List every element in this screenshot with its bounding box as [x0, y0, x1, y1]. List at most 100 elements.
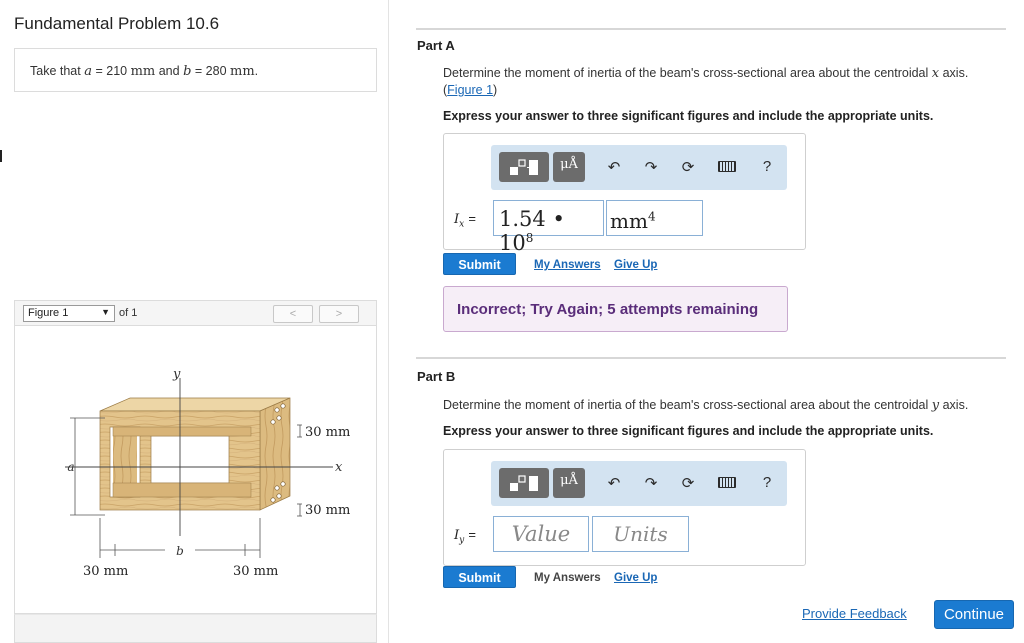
problem-panel: Fundamental Problem 10.6 Take that a = 2…	[0, 0, 389, 643]
part-b-question: Determine the moment of inertia of the b…	[443, 398, 968, 413]
figure-link[interactable]: Figure 1	[447, 83, 493, 97]
part-b-divider	[416, 357, 1006, 359]
part-a-unit-base: mm	[610, 209, 648, 233]
dimension-label-right-bottom: 30 mm	[233, 564, 278, 579]
part-a-value-mantissa: 1.54	[499, 207, 546, 231]
help-button[interactable]: ?	[756, 474, 778, 491]
figure-footer	[14, 614, 377, 643]
part-b-give-up-link[interactable]: Give Up	[614, 572, 657, 584]
figure-select-value: Figure 1	[28, 307, 69, 319]
help-button[interactable]: ?	[756, 158, 778, 175]
axis-label-y: y	[172, 367, 181, 382]
units-icon: μÅ	[560, 473, 578, 488]
figure-panel: y x a 30 mm 30 mm b 30 mm 30 mm	[14, 326, 377, 614]
part-a-value-dot: •	[552, 207, 565, 231]
axis-label-x: x	[335, 460, 343, 475]
dimension-label-b: b	[176, 544, 184, 558]
part-a-value-input[interactable]: 1.54 • 108	[493, 200, 604, 255]
figure-count: of 1	[119, 307, 138, 319]
part-b-question-axis: y	[931, 398, 940, 413]
given-values-box: Take that a = 210 mm and b = 280 mm.	[14, 48, 377, 92]
part-b-question-suffix: axis.	[942, 398, 969, 412]
templates-button[interactable]	[499, 152, 549, 182]
dimension-label-a: a	[67, 460, 74, 474]
given-and: and	[158, 64, 180, 78]
redo-icon[interactable]: ↷	[640, 158, 662, 176]
given-b-var: b	[183, 64, 192, 79]
figure-select[interactable]: Figure 1 ▼	[23, 305, 115, 322]
figure-next-button[interactable]: >	[319, 305, 359, 323]
part-b-question-text: Determine the moment of inertia of the b…	[443, 398, 929, 412]
part-b-value-placeholder: Value	[511, 522, 571, 546]
given-prefix: Take that	[30, 64, 81, 78]
part-a-instructions: Express your answer to three significant…	[443, 109, 934, 123]
part-b-answer-box: μÅ ↶ ↷ ⟳ ? Iy = Value Units	[443, 449, 806, 566]
units-button[interactable]: μÅ	[553, 152, 585, 182]
part-b-submit-button[interactable]: Submit	[443, 566, 516, 588]
part-a-divider	[416, 28, 1006, 30]
units-button[interactable]: μÅ	[553, 468, 585, 498]
figure-toolbar: Figure 1 ▼ of 1 < >	[14, 300, 377, 326]
part-a-value-base: 10	[499, 231, 526, 255]
undo-icon[interactable]: ↶	[603, 158, 625, 176]
given-a-unit: mm	[130, 64, 156, 79]
part-a-question-suffix: axis.	[942, 66, 969, 80]
math-toolbar: μÅ ↶ ↷ ⟳ ?	[491, 461, 787, 506]
part-b-units-placeholder: Units	[613, 522, 668, 546]
redo-icon[interactable]: ↷	[640, 474, 662, 492]
figure-link-line: (Figure 1)	[443, 83, 497, 97]
part-b-variable: Iy =	[454, 527, 476, 546]
templates-icon	[510, 159, 538, 175]
figure-link-close: )	[493, 83, 498, 97]
answer-panel: Part A Determine the moment of inertia o…	[390, 0, 1024, 643]
part-a-submit-button[interactable]: Submit	[443, 253, 516, 275]
keyboard-icon[interactable]	[716, 158, 738, 176]
part-a-equals: =	[468, 211, 476, 226]
part-b-title: Part B	[417, 369, 456, 384]
part-b-value-input[interactable]: Value	[493, 516, 589, 552]
part-a-var-sub: x	[459, 219, 465, 230]
dimension-label-bottom-right: 30 mm	[305, 503, 350, 518]
part-a-title: Part A	[417, 38, 455, 53]
provide-feedback-link[interactable]: Provide Feedback	[802, 606, 907, 621]
part-a-answer-box: μÅ ↶ ↷ ⟳ ? Ix = 1.54 • 108 mm4	[443, 133, 806, 255]
math-toolbar: μÅ ↶ ↷ ⟳ ?	[491, 145, 787, 190]
figure-prev-button[interactable]: <	[273, 305, 313, 323]
part-a-give-up-link[interactable]: Give Up	[614, 259, 657, 271]
chevron-down-icon: ▼	[101, 307, 110, 317]
given-a-var: a	[84, 64, 92, 79]
part-a-question-text: Determine the moment of inertia of the b…	[443, 66, 929, 80]
beam-cross-section-figure: y x a 30 mm 30 mm b 30 mm 30 mm	[65, 367, 350, 579]
continue-button[interactable]: Continue	[934, 600, 1014, 629]
part-a-feedback: Incorrect; Try Again; 5 attempts remaini…	[443, 286, 788, 332]
given-suffix: .	[254, 64, 259, 78]
undo-icon[interactable]: ↶	[603, 474, 625, 492]
part-a-question: Determine the moment of inertia of the b…	[443, 66, 968, 81]
part-a-unit-exp: 4	[647, 209, 656, 224]
part-b-my-answers-link[interactable]: My Answers	[534, 572, 601, 584]
beam-shape	[99, 397, 291, 511]
edge-marker	[0, 150, 2, 162]
dimension-label-top-right: 30 mm	[305, 425, 350, 440]
part-a-my-answers-link[interactable]: My Answers	[534, 259, 601, 271]
part-a-variable: Ix =	[454, 211, 476, 230]
part-b-var-sub: y	[459, 535, 465, 546]
problem-title: Fundamental Problem 10.6	[14, 14, 220, 33]
given-a-value: = 210	[95, 64, 128, 78]
templates-button[interactable]	[499, 468, 549, 498]
part-a-units-input[interactable]: mm4	[606, 200, 703, 236]
part-a-value-exp: 8	[525, 231, 534, 245]
dimension-right	[297, 424, 302, 517]
part-b-equals: =	[468, 527, 476, 542]
reset-icon[interactable]: ⟳	[677, 158, 699, 176]
templates-icon	[510, 475, 538, 491]
part-a-question-axis: x	[931, 66, 940, 81]
dimension-label-left-bottom: 30 mm	[83, 564, 128, 579]
reset-icon[interactable]: ⟳	[677, 474, 699, 492]
given-b-value: = 280	[194, 64, 227, 78]
units-icon: μÅ	[560, 157, 578, 172]
given-b-unit: mm	[230, 64, 255, 79]
keyboard-icon[interactable]	[716, 474, 738, 492]
part-b-instructions: Express your answer to three significant…	[443, 424, 934, 438]
part-b-units-input[interactable]: Units	[592, 516, 689, 552]
